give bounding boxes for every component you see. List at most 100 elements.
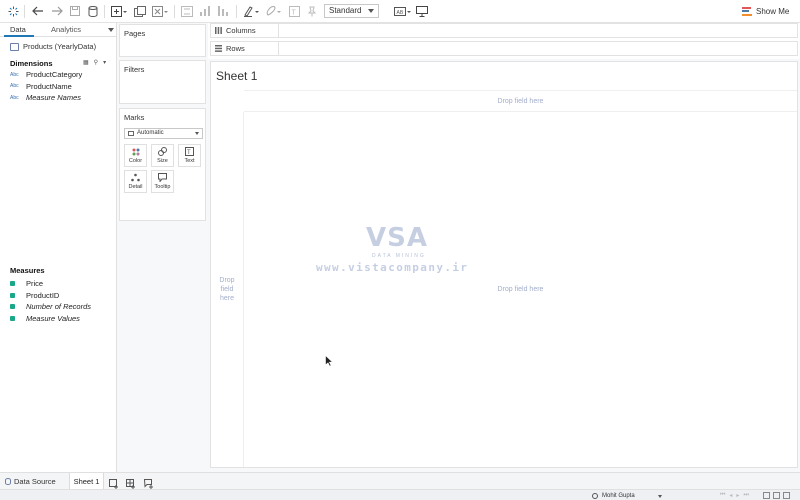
- dimension-field[interactable]: Abc ProductName: [10, 81, 115, 93]
- pin-icon[interactable]: [305, 3, 319, 19]
- marks-card-title: Marks: [124, 113, 145, 122]
- new-worksheet-icon[interactable]: [110, 3, 128, 19]
- show-me-label: Show Me: [756, 6, 790, 16]
- sheet-title[interactable]: Sheet 1: [216, 69, 257, 83]
- size-button[interactable]: Size: [151, 144, 174, 167]
- measure-field[interactable]: Number of Records: [10, 301, 115, 313]
- tab-data[interactable]: Data: [10, 25, 26, 34]
- show-me-bar: [742, 13, 752, 16]
- rows-shelf-label: Rows: [215, 42, 279, 55]
- fit-width-select[interactable]: Standard: [324, 4, 379, 18]
- swap-icon[interactable]: [180, 3, 194, 19]
- sort-descending-icon[interactable]: [216, 3, 230, 19]
- drop-zone-columns[interactable]: Drop field here: [244, 90, 797, 112]
- pages-card-title: Pages: [124, 29, 146, 38]
- drop-zone-rows-line: Drop: [219, 277, 235, 284]
- color-button-label: Color: [128, 158, 143, 164]
- chevron-down-icon: [658, 494, 662, 498]
- tableau-logo-icon[interactable]: [6, 3, 20, 19]
- string-type-icon: Abc: [10, 94, 19, 101]
- sheet-tab-label: Sheet 1: [73, 476, 100, 486]
- mouse-cursor-icon: [325, 354, 334, 372]
- columns-shelf[interactable]: Columns: [210, 23, 798, 38]
- chevron-down-icon[interactable]: ▾: [103, 59, 106, 66]
- detail-button[interactable]: Detail: [124, 170, 147, 193]
- last-page-icon[interactable]: ⏭: [743, 492, 748, 499]
- grid-view-icon[interactable]: [763, 492, 770, 499]
- duplicate-icon[interactable]: [133, 3, 147, 19]
- size-button-label: Size: [157, 158, 168, 164]
- chevron-down-icon: [195, 132, 199, 135]
- clear-icon[interactable]: [151, 3, 169, 19]
- toolbar-divider: [104, 5, 105, 18]
- user-menu[interactable]: Mohit Gupta: [592, 491, 662, 500]
- drop-zone-rows-line: field: [220, 286, 234, 293]
- cards-column: Pages Filters Marks Automatic Color Size…: [117, 23, 208, 472]
- search-icon[interactable]: ⚲: [94, 59, 98, 66]
- measure-field[interactable]: ProductID: [10, 290, 115, 302]
- text-icon: T: [185, 147, 194, 156]
- pages-card[interactable]: Pages: [119, 24, 206, 57]
- marks-card: Marks Automatic Color Size T Text Detail…: [119, 108, 206, 221]
- watermark-logo: VSA: [366, 223, 428, 253]
- active-tab-indicator: [4, 35, 34, 37]
- presentation-icon[interactable]: [415, 3, 429, 19]
- label-icon[interactable]: T: [287, 3, 301, 19]
- size-icon: [158, 147, 167, 156]
- string-type-icon: Abc: [10, 83, 19, 90]
- dimension-field[interactable]: Abc ProductCategory: [10, 69, 115, 81]
- mark-type-select[interactable]: Automatic: [124, 128, 203, 139]
- prev-page-icon[interactable]: ◂: [729, 492, 732, 499]
- drop-zone-main[interactable]: Drop field here: [244, 112, 797, 467]
- filters-card[interactable]: Filters: [119, 60, 206, 104]
- data-source-tab-label: Data Source: [14, 476, 56, 486]
- sheet-canvas: Sheet 1 Drop field here Drop field here …: [210, 61, 798, 468]
- sort-ascending-icon[interactable]: [198, 3, 212, 19]
- new-datasource-icon[interactable]: [86, 3, 100, 19]
- measure-field[interactable]: Price: [10, 278, 115, 290]
- dimensions-tools: ▦ ⚲ ▾: [83, 59, 106, 66]
- toolbar-divider: [24, 5, 25, 18]
- drop-zone-rows[interactable]: Drop field here: [211, 112, 244, 467]
- save-icon[interactable]: [68, 3, 82, 19]
- grid-view-icon[interactable]: ▦: [83, 59, 89, 66]
- field-name: ProductCategory: [26, 70, 83, 80]
- columns-label-text: Columns: [226, 26, 256, 35]
- rows-shelf[interactable]: Rows: [210, 41, 798, 56]
- user-name: Mohit Gupta: [602, 493, 635, 499]
- svg-text:T: T: [187, 150, 191, 156]
- measure-type-marker: [10, 281, 15, 287]
- show-me-button[interactable]: Show Me: [742, 4, 789, 18]
- data-pane: Data Analytics Products (YearlyData) Dim…: [0, 23, 117, 472]
- sheet-tab[interactable]: Sheet 1: [70, 473, 104, 489]
- measure-type-marker: [10, 304, 15, 310]
- string-type-icon: Abc: [10, 71, 19, 78]
- view-area: Sheet 1 Drop field here Drop field here …: [208, 59, 800, 472]
- measure-field[interactable]: Measure Values: [10, 313, 115, 325]
- data-source-tab[interactable]: Data Source: [0, 473, 70, 489]
- tabs-view-icon[interactable]: [783, 492, 790, 499]
- filmstrip-view-icon[interactable]: [773, 492, 780, 499]
- group-icon[interactable]: [264, 3, 282, 19]
- highlight-icon[interactable]: [242, 3, 260, 19]
- tooltip-button-label: Tooltip: [154, 184, 171, 190]
- chevron-down-icon[interactable]: [108, 28, 114, 32]
- text-button[interactable]: T Text: [178, 144, 201, 167]
- tab-analytics[interactable]: Analytics: [51, 25, 81, 34]
- datasource-item[interactable]: Products (YearlyData): [10, 42, 96, 51]
- next-page-icon[interactable]: ▸: [736, 492, 739, 499]
- drop-zone-rows-label: Drop field here: [219, 276, 234, 303]
- fit-icon[interactable]: AB: [393, 3, 413, 19]
- measure-type-icon: [10, 304, 26, 310]
- rows-label-text: Rows: [226, 44, 245, 53]
- detail-icon: [131, 173, 140, 182]
- dimension-field[interactable]: Abc Measure Names: [10, 92, 115, 104]
- tooltip-button[interactable]: Tooltip: [151, 170, 174, 193]
- undo-icon[interactable]: [31, 3, 45, 19]
- first-page-icon[interactable]: ⏮: [720, 492, 725, 499]
- tooltip-icon: [158, 173, 167, 182]
- measures-header: Measures: [10, 266, 45, 275]
- user-icon: [592, 493, 598, 499]
- redo-icon[interactable]: [50, 3, 64, 19]
- color-button[interactable]: Color: [124, 144, 147, 167]
